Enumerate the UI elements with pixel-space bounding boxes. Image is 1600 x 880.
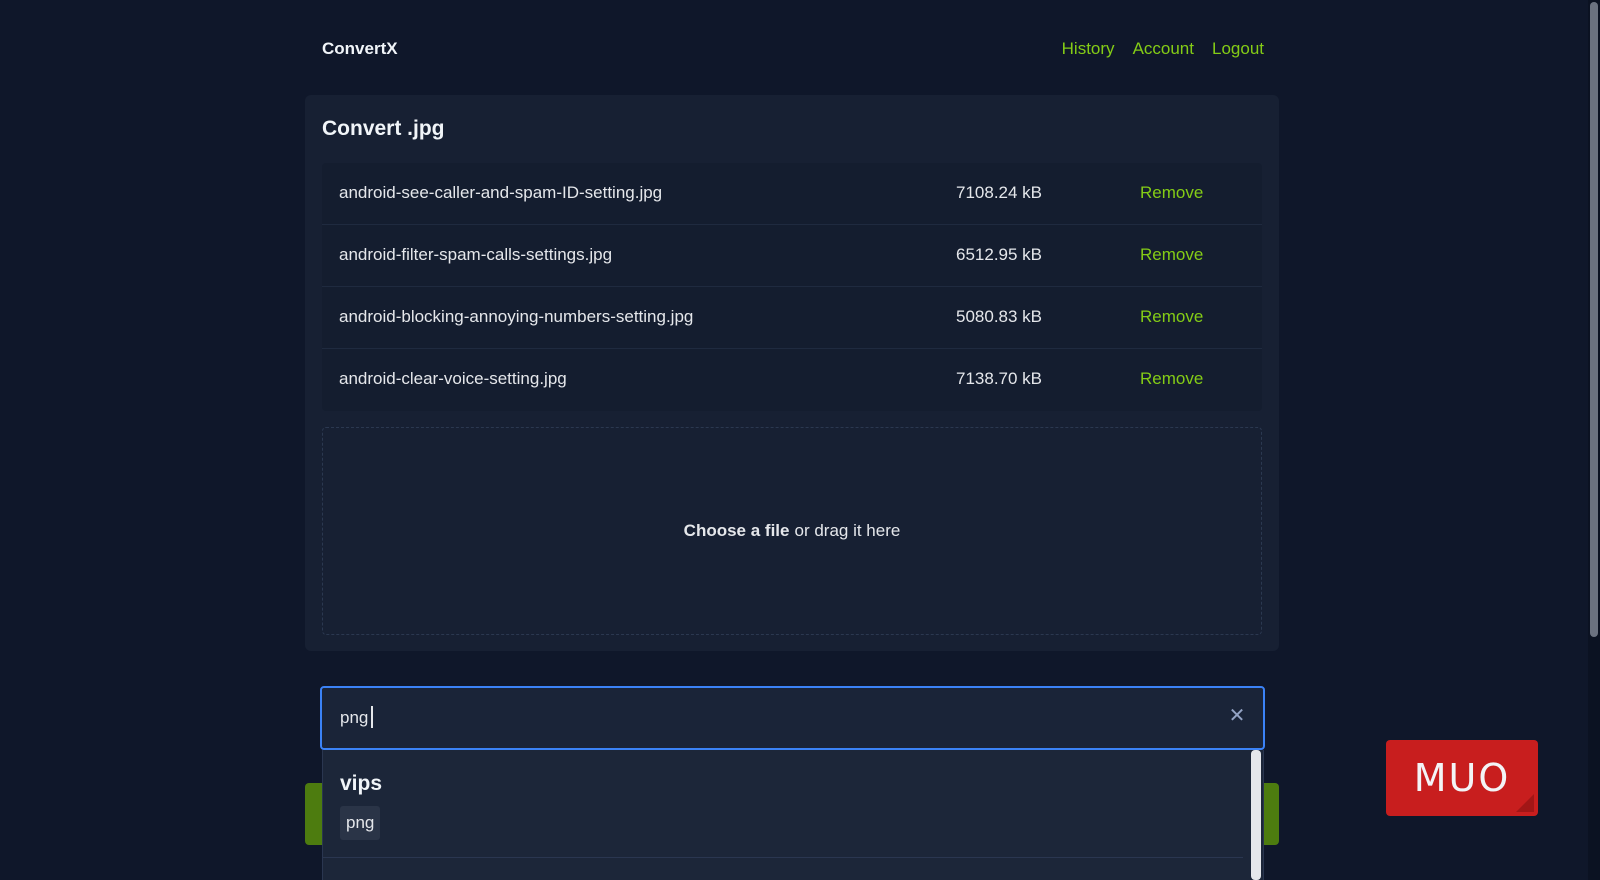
file-size: 7108.24 kB [956, 183, 1043, 202]
nav-logout-link[interactable]: Logout [1212, 39, 1264, 59]
remove-file-button[interactable]: Remove [1140, 183, 1203, 203]
nav-account-link[interactable]: Account [1133, 39, 1194, 59]
top-header: ConvertX History Account Logout [322, 34, 1264, 64]
choose-file-link[interactable]: Choose a file [684, 521, 790, 541]
page-scrollbar[interactable] [1588, 0, 1600, 880]
format-search-input[interactable] [322, 688, 1202, 748]
file-size: 5080.83 kB [956, 307, 1043, 326]
file-size: 6512.95 kB [956, 245, 1043, 264]
file-name: android-clear-voice-setting.jpg [339, 369, 567, 388]
format-dropdown: vips png [322, 750, 1264, 880]
remove-file-button[interactable]: Remove [1140, 369, 1203, 389]
brand-logo[interactable]: ConvertX [322, 39, 398, 59]
dropdown-divider [323, 857, 1243, 858]
file-row: android-clear-voice-setting.jpg 7138.70 … [322, 349, 1262, 411]
format-search[interactable]: ✕ [320, 686, 1265, 750]
file-name: android-filter-spam-calls-settings.jpg [339, 245, 613, 264]
file-row: android-blocking-annoying-numbers-settin… [322, 287, 1262, 349]
card-title: Convert .jpg [322, 117, 445, 140]
file-size: 7138.70 kB [956, 369, 1043, 388]
nav-history-link[interactable]: History [1062, 39, 1115, 59]
file-list: android-see-caller-and-spam-ID-setting.j… [322, 163, 1262, 411]
remove-file-button[interactable]: Remove [1140, 245, 1203, 265]
dropdown-group-label: vips [340, 772, 383, 795]
dropdown-scrollbar[interactable] [1251, 750, 1261, 880]
convertx-page: ConvertX History Account Logout Convert … [0, 0, 1600, 880]
logo-corner [1516, 794, 1534, 812]
file-row: android-see-caller-and-spam-ID-setting.j… [322, 163, 1262, 225]
file-name: android-blocking-annoying-numbers-settin… [339, 307, 694, 326]
page-scrollbar-thumb[interactable] [1590, 2, 1598, 637]
watermark-text: MUO [1413, 756, 1511, 800]
remove-file-button[interactable]: Remove [1140, 307, 1203, 327]
top-nav: History Account Logout [1062, 39, 1264, 59]
file-row: android-filter-spam-calls-settings.jpg 6… [322, 225, 1262, 287]
dropzone-hint: or drag it here [794, 521, 901, 540]
close-icon[interactable]: ✕ [1225, 704, 1249, 728]
convert-card: Convert .jpg android-see-caller-and-spam… [305, 95, 1279, 651]
file-dropzone[interactable]: Choose a file or drag it here [322, 427, 1262, 635]
muo-watermark-logo: MUO [1386, 740, 1538, 816]
text-caret [371, 706, 373, 728]
file-name: android-see-caller-and-spam-ID-setting.j… [339, 183, 663, 202]
dropdown-option-png[interactable]: png [340, 806, 381, 840]
